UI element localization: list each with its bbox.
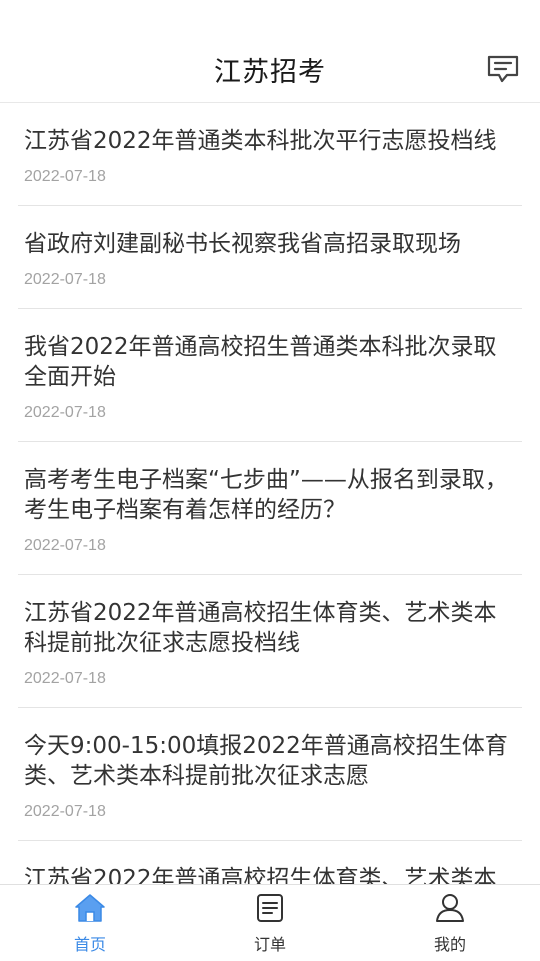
news-date: 2022-07-18 — [24, 537, 106, 554]
news-item[interactable]: 江苏省2022年普通类本科批次平行志愿投档线 2022-07-18 — [18, 103, 522, 206]
news-date: 2022-07-18 — [24, 404, 106, 421]
tab-label-orders: 订单 — [253, 935, 286, 954]
news-item[interactable]: 今天9:00-15:00填报2022年普通高校招生体育类、艺术类本科提前批次征求… — [18, 708, 522, 841]
news-date: 2022-07-18 — [24, 168, 106, 185]
news-title: 我省2022年普通高校招生普通类本科批次录取全面开始 — [24, 334, 497, 390]
home-icon — [75, 894, 105, 922]
news-item[interactable]: 高考考生电子档案“七步曲”——从报名到录取，考生电子档案有着怎样的经历？ 202… — [18, 442, 522, 575]
news-title: 省政府刘建副秘书长视察我省高招录取现场 — [24, 231, 461, 257]
tab-orders[interactable]: 订单 — [180, 885, 360, 961]
bottom-tab-bar: 首页 订单 我的 — [0, 884, 540, 961]
news-title: 高考考生电子档案“七步曲”——从报名到录取，考生电子档案有着怎样的经历？ — [24, 467, 508, 523]
order-list-icon — [257, 894, 283, 922]
news-item[interactable]: 江苏省2022年普通高校招生体育类、艺术类本科提前批次征求志愿 — [18, 841, 522, 884]
tab-label-home: 首页 — [73, 935, 106, 954]
message-icon[interactable] — [486, 54, 520, 84]
news-item[interactable]: 江苏省2022年普通高校招生体育类、艺术类本科提前批次征求志愿投档线 2022-… — [18, 575, 522, 708]
page-title: 江苏招考 — [214, 57, 326, 88]
news-date: 2022-07-18 — [24, 803, 106, 820]
news-item[interactable]: 省政府刘建副秘书长视察我省高招录取现场 2022-07-18 — [18, 206, 522, 309]
tab-profile[interactable]: 我的 — [360, 885, 540, 961]
news-item[interactable]: 我省2022年普通高校招生普通类本科批次录取全面开始 2022-07-18 — [18, 309, 522, 442]
news-title: 江苏省2022年普通类本科批次平行志愿投档线 — [24, 128, 497, 154]
news-title: 江苏省2022年普通高校招生体育类、艺术类本科提前批次征求志愿 — [24, 866, 497, 884]
app-header: 江苏招考 — [0, 0, 540, 103]
news-list: 江苏省2022年普通类本科批次平行志愿投档线 2022-07-18 省政府刘建副… — [0, 103, 540, 884]
user-icon — [436, 894, 464, 922]
tab-label-profile: 我的 — [433, 935, 466, 954]
news-title: 江苏省2022年普通高校招生体育类、艺术类本科提前批次征求志愿投档线 — [24, 600, 497, 656]
tab-home[interactable]: 首页 — [0, 885, 180, 961]
news-title: 今天9:00-15:00填报2022年普通高校招生体育类、艺术类本科提前批次征求… — [24, 733, 508, 789]
news-date: 2022-07-18 — [24, 670, 106, 687]
news-date: 2022-07-18 — [24, 271, 106, 288]
